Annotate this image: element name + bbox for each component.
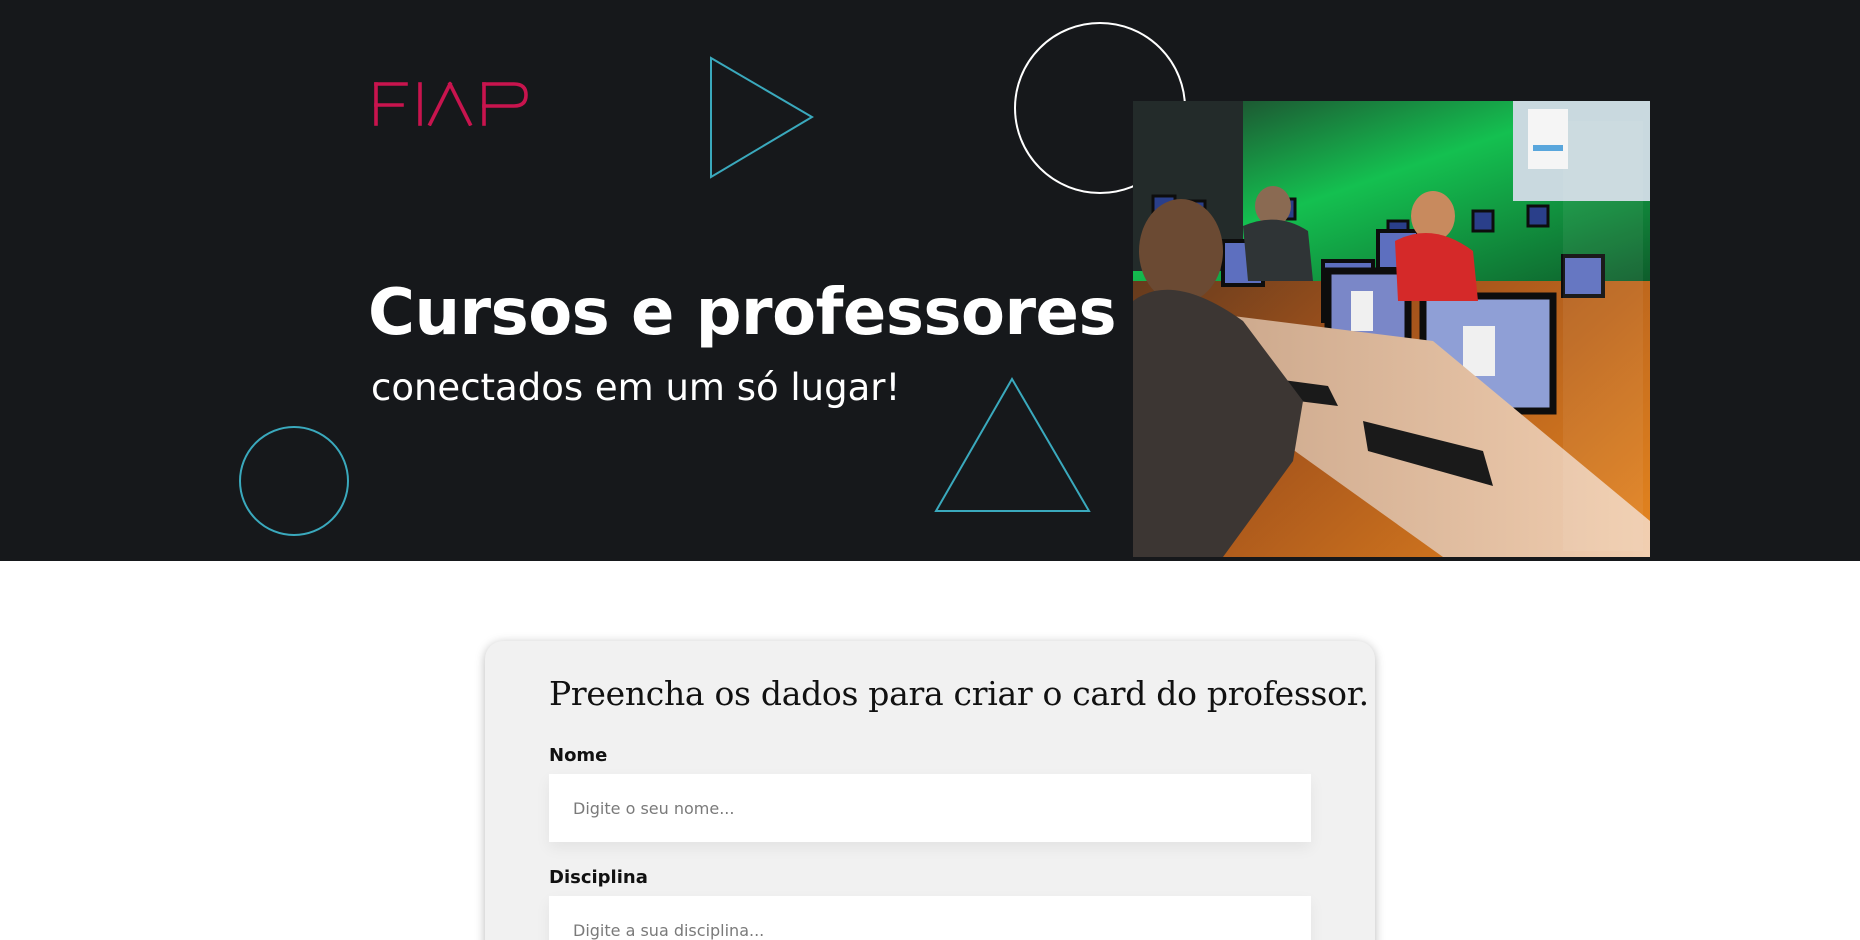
fiap-logo[interactable]: [372, 76, 532, 126]
teal-triangle-right-decoration: [710, 56, 814, 179]
teal-triangle-up-decoration: [934, 377, 1091, 512]
form-heading: Preencha os dados para criar o card do p…: [549, 674, 1369, 713]
name-input[interactable]: [549, 774, 1311, 842]
teacher-card-form: Preencha os dados para criar o card do p…: [485, 641, 1375, 940]
name-field-label: Nome: [549, 745, 608, 766]
discipline-field-label: Disciplina: [549, 867, 648, 888]
teal-circle-decoration: [239, 426, 349, 536]
hero-subtitle: conectados em um só lugar!: [371, 366, 901, 409]
hero-title: Cursos e professores: [368, 276, 1117, 350]
computer-lab-photo: [1133, 101, 1650, 557]
hero-banner: Cursos e professores conectados em um só…: [0, 0, 1860, 561]
discipline-input[interactable]: [549, 896, 1311, 940]
